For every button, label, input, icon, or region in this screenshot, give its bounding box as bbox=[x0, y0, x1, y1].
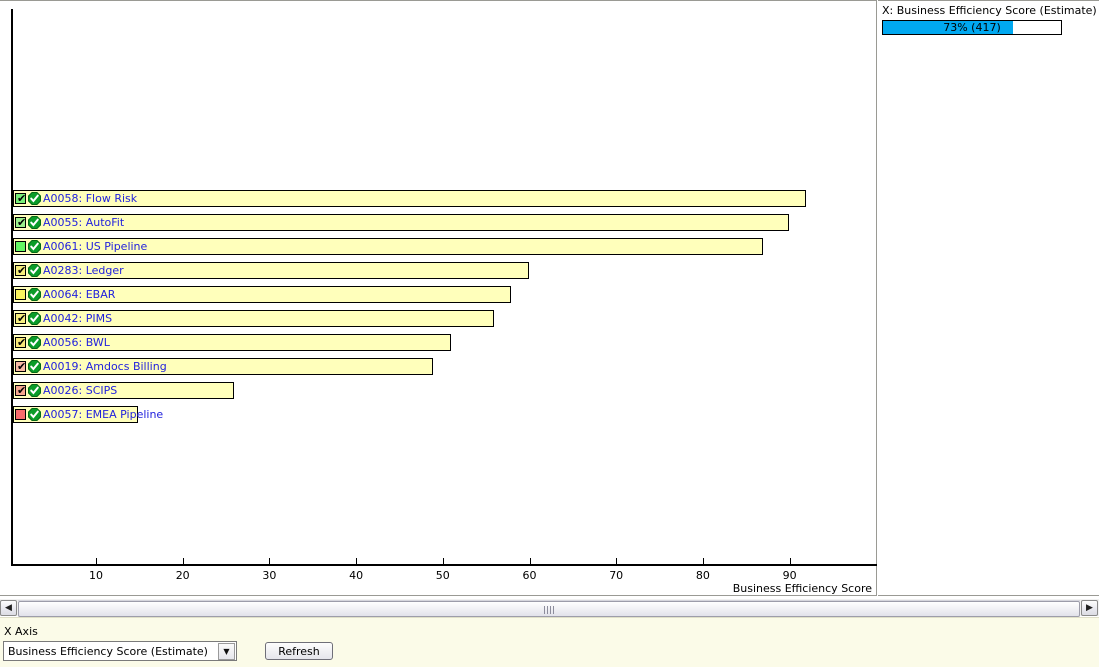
check-circle-icon bbox=[28, 192, 41, 205]
bar-label: A0064: EBAR bbox=[43, 288, 116, 301]
x-axis-tick-label: 50 bbox=[435, 569, 450, 582]
bar-label: A0061: US Pipeline bbox=[43, 240, 148, 253]
x-axis-tick-label: 90 bbox=[782, 569, 797, 582]
checkmark-icon: ✔ bbox=[17, 216, 27, 229]
x-axis-dropdown-value: Business Efficiency Score (Estimate) bbox=[8, 644, 208, 658]
x-axis-tick bbox=[616, 558, 618, 565]
bar-row-content: ✔ A0055: AutoFit bbox=[15, 214, 124, 231]
scroll-right-arrow-icon[interactable]: ▶ bbox=[1081, 600, 1098, 616]
row-checkbox[interactable] bbox=[15, 241, 26, 252]
row-checkbox[interactable]: ✔ bbox=[15, 265, 26, 276]
row-checkbox[interactable]: ✔ bbox=[15, 385, 26, 396]
bar-row[interactable]: ✔ A0055: AutoFit bbox=[13, 214, 789, 231]
plot-area: ✔ A0058: Flow Risk ✔ A0055: AutoFit A0061: U… bbox=[0, 1, 877, 566]
check-circle-icon bbox=[28, 408, 41, 421]
bar-row-content: ✔ A0026: SCIPS bbox=[15, 382, 117, 399]
row-checkbox[interactable] bbox=[15, 289, 26, 300]
bar-row-content: A0064: EBAR bbox=[15, 286, 115, 303]
bar-row[interactable]: ✔ A0042: PIMS bbox=[13, 310, 494, 327]
x-axis-tick-label: 20 bbox=[175, 569, 190, 582]
x-axis-title: Business Efficiency Score bbox=[732, 582, 872, 595]
checkmark-icon: ✔ bbox=[17, 312, 27, 325]
horizontal-scrollbar[interactable]: ◀ ▶ bbox=[0, 598, 1099, 617]
check-circle-icon bbox=[28, 384, 41, 397]
row-checkbox[interactable]: ✔ bbox=[15, 217, 26, 228]
x-axis-tick bbox=[789, 558, 791, 565]
x-axis-tick bbox=[356, 558, 358, 565]
checkmark-icon: ✔ bbox=[17, 384, 27, 397]
bar-row[interactable]: A0057: EMEA Pipeline bbox=[13, 406, 163, 423]
legend-progress-bar: 73% (417) bbox=[882, 20, 1062, 35]
x-axis-tick-label: 80 bbox=[695, 569, 710, 582]
legend-title: X: Business Efficiency Score (Estimate) bbox=[882, 4, 1097, 17]
scroll-left-arrow-icon[interactable]: ◀ bbox=[0, 600, 17, 616]
x-axis-tick bbox=[529, 558, 531, 565]
bar-label: A0055: AutoFit bbox=[43, 216, 125, 229]
x-axis-tick bbox=[96, 558, 97, 565]
x-axis-tick bbox=[182, 558, 184, 565]
row-checkbox[interactable]: ✔ bbox=[15, 313, 26, 324]
row-checkbox[interactable] bbox=[15, 409, 26, 420]
bar-row-content: ✔ A0042: PIMS bbox=[15, 310, 112, 327]
bar-label: A0042: PIMS bbox=[43, 312, 113, 325]
x-axis-tick-label: 70 bbox=[609, 569, 624, 582]
bar-label: A0057: EMEA Pipeline bbox=[43, 408, 164, 421]
x-axis-label: X Axis bbox=[4, 625, 38, 638]
refresh-button[interactable]: Refresh bbox=[265, 642, 333, 660]
x-axis-tick bbox=[702, 558, 704, 565]
bar-row-content: A0061: US Pipeline bbox=[15, 238, 147, 255]
bar-row[interactable]: A0064: EBAR bbox=[13, 286, 512, 303]
legend-progress-label: 73% (417) bbox=[943, 21, 1001, 34]
checkmark-icon: ✔ bbox=[17, 336, 27, 349]
x-axis-dropdown[interactable]: Business Efficiency Score (Estimate) ▼ bbox=[3, 641, 237, 661]
x-axis-tick bbox=[269, 558, 271, 565]
bar-row[interactable]: ✔ A0058: Flow Risk bbox=[13, 190, 806, 207]
checkmark-icon: ✔ bbox=[17, 264, 27, 277]
row-checkbox[interactable]: ✔ bbox=[15, 361, 26, 372]
bar-row[interactable]: ✔ A0283: Ledger bbox=[13, 262, 529, 279]
bar-label: A0056: BWL bbox=[43, 336, 110, 349]
bar-row-content: ✔ A0058: Flow Risk bbox=[15, 190, 137, 207]
row-checkbox[interactable]: ✔ bbox=[15, 193, 26, 204]
check-circle-icon bbox=[28, 288, 41, 301]
bar-label: A0283: Ledger bbox=[43, 264, 124, 277]
bar-row-content: ✔ A0283: Ledger bbox=[15, 262, 124, 279]
bar-row-content: ✔ A0056: BWL bbox=[15, 334, 110, 351]
bar-row[interactable]: ✔ A0056: BWL bbox=[13, 334, 451, 351]
x-axis-tick-label: 40 bbox=[349, 569, 364, 582]
scrollbar-thumb[interactable] bbox=[18, 601, 1080, 617]
bar-rect bbox=[13, 214, 789, 231]
bar-row[interactable]: A0061: US Pipeline bbox=[13, 238, 763, 255]
checkmark-icon: ✔ bbox=[17, 360, 27, 373]
x-axis-tick bbox=[442, 558, 444, 565]
x-axis-tick-label: 10 bbox=[89, 569, 103, 582]
bar-row-content: ✔ A0019: Amdocs Billing bbox=[15, 358, 167, 375]
checkmark-icon: ✔ bbox=[17, 192, 27, 205]
check-circle-icon bbox=[28, 264, 41, 277]
x-axis-tick-label: 30 bbox=[262, 569, 277, 582]
bar-row[interactable]: ✔ A0019: Amdocs Billing bbox=[13, 358, 434, 375]
check-circle-icon bbox=[28, 360, 41, 373]
bar-row[interactable]: ✔ A0026: SCIPS bbox=[13, 382, 234, 399]
bar-label: A0058: Flow Risk bbox=[43, 192, 138, 205]
check-circle-icon bbox=[28, 312, 41, 325]
bar-row-content: A0057: EMEA Pipeline bbox=[15, 406, 163, 423]
check-circle-icon bbox=[28, 336, 41, 349]
control-bar: X Axis Business Efficiency Score (Estima… bbox=[0, 617, 1099, 667]
bar-label: A0026: SCIPS bbox=[43, 384, 118, 397]
row-checkbox[interactable]: ✔ bbox=[15, 337, 26, 348]
scrollbar-track[interactable] bbox=[18, 600, 1080, 617]
check-circle-icon bbox=[28, 216, 41, 229]
chevron-down-icon[interactable]: ▼ bbox=[218, 642, 235, 660]
scrollbar-grip-icon bbox=[544, 606, 554, 614]
chart-panel: ✔ A0058: Flow Risk ✔ A0055: AutoFit A0061: U… bbox=[0, 0, 877, 596]
legend-panel: X: Business Efficiency Score (Estimate) … bbox=[878, 0, 1099, 596]
x-axis-tick-label: 60 bbox=[522, 569, 537, 582]
bar-label: A0019: Amdocs Billing bbox=[43, 360, 167, 373]
check-circle-icon bbox=[28, 240, 41, 253]
